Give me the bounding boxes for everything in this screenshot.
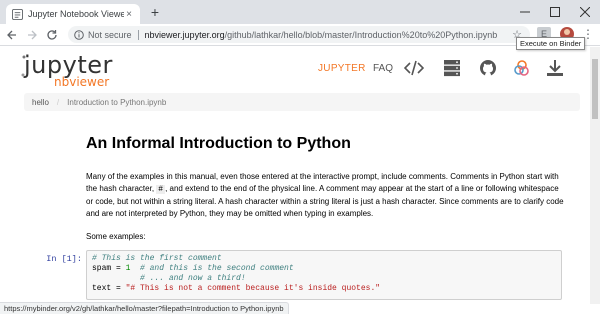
logo-subtext: nbviewer (54, 75, 110, 89)
maximize-icon (550, 7, 560, 17)
tab-title: Jupyter Notebook Viewer (28, 9, 124, 19)
page-scrollbar[interactable] (590, 47, 600, 304)
back-button[interactable] (4, 27, 20, 43)
nav-faq-link[interactable]: FAQ (373, 63, 393, 74)
address-bar[interactable]: Not secure nbviewer.jupyter.org/github/l… (68, 26, 530, 43)
binder-icon[interactable] (512, 59, 532, 77)
close-window-button[interactable] (570, 0, 600, 24)
tab-close-icon[interactable]: × (124, 9, 134, 20)
server-icon[interactable] (442, 59, 462, 77)
code-line: text = "# This is not a comment because … (92, 284, 556, 294)
maximize-button[interactable] (540, 0, 570, 24)
page-title: An Informal Introduction to Python (86, 135, 351, 152)
code-line: spam = 1 # and this is the second commen… (92, 264, 556, 274)
code-icon[interactable] (404, 59, 424, 77)
code-comment: # ... and now a third! (92, 274, 246, 283)
code-line: # This is the first comment (92, 254, 556, 264)
jupyter-orbit-icon (21, 55, 26, 77)
cell-prompt: In [1]: (46, 254, 82, 264)
nav-jupyter-link[interactable]: JUPYTER (318, 63, 366, 74)
code-comment: # and this is the second comment (130, 264, 294, 273)
binder-tooltip: Execute on Binder (516, 37, 586, 50)
breadcrumb: hello / Introduction to Python.ipynb (24, 93, 580, 111)
jupyter-favicon-icon (12, 8, 23, 20)
breadcrumb-item-hello[interactable]: hello (32, 98, 49, 107)
scrollbar-thumb[interactable] (592, 59, 598, 119)
status-bar-url: https://mybinder.org/v2/gh/lathkar/hello… (0, 302, 289, 314)
close-icon (580, 7, 590, 17)
download-icon[interactable] (545, 59, 565, 77)
examples-paragraph: Some examples: (86, 232, 146, 241)
code-block[interactable]: # This is the first comment spam = 1 # a… (86, 250, 562, 300)
nbviewer-logo[interactable]: jupyter nbviewer (21, 51, 113, 89)
notebook-content: An Informal Introduction to Python Many … (86, 135, 566, 254)
code-string: "# This is not a comment because it's in… (125, 284, 381, 293)
browser-tab-bar: Jupyter Notebook Viewer × + (0, 0, 600, 24)
window-controls (510, 0, 600, 24)
code-comment: # This is the first comment (92, 254, 222, 263)
omnibox-divider (137, 29, 139, 40)
breadcrumb-separator: / (56, 97, 60, 107)
code-line: # ... and now a third! (92, 274, 556, 284)
url-host: nbviewer.jupyter.org (144, 29, 225, 40)
forward-arrow-icon (28, 30, 37, 39)
page-viewport: jupyter nbviewer JUPYTER FAQ hello / Int… (0, 47, 590, 304)
browser-tab[interactable]: Jupyter Notebook Viewer × (6, 4, 140, 24)
github-icon[interactable] (478, 59, 498, 77)
reload-button[interactable] (44, 27, 60, 43)
reload-icon (47, 29, 57, 40)
new-tab-button[interactable]: + (148, 5, 162, 19)
intro-paragraph: Many of the examples in this manual, eve… (86, 171, 566, 220)
minimize-button[interactable] (510, 0, 540, 24)
code-text: text = (92, 284, 126, 293)
info-icon[interactable] (74, 29, 84, 40)
code-text: spam = (92, 264, 126, 273)
back-arrow-icon (7, 30, 16, 39)
url-path: /github/lathkar/hello/blob/master/Introd… (224, 29, 498, 40)
url-text[interactable]: nbviewer.jupyter.org/github/lathkar/hell… (145, 30, 498, 40)
logo-text: jupyter (24, 51, 113, 79)
forward-button[interactable] (24, 27, 40, 43)
breadcrumb-item-current: Introduction to Python.ipynb (67, 97, 167, 107)
minimize-icon (520, 11, 530, 13)
inline-code: # (156, 185, 166, 194)
browser-toolbar: Not secure nbviewer.jupyter.org/github/l… (0, 24, 600, 46)
security-label[interactable]: Not secure (88, 30, 132, 40)
